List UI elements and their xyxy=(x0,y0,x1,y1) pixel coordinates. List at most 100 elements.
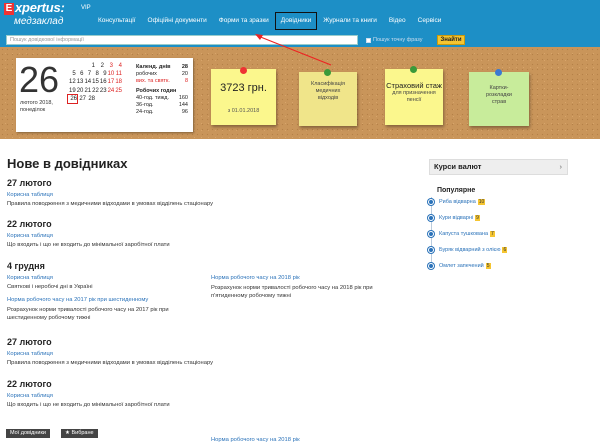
nav-video[interactable]: Відео xyxy=(383,12,412,30)
calendar-week-row: 12 13 14 15 16 17 18 xyxy=(68,78,122,86)
calendar-grid: 1 2 3 4 5 6 7 8 9 10 11 12 13 14 15 16 17 18 19 20 21 22 23 24 2… xyxy=(67,62,122,105)
calendar-day-cell[interactable]: 19 xyxy=(68,87,76,95)
calendar-day-cell[interactable]: 9 xyxy=(99,70,106,78)
nav-references[interactable]: Довідники xyxy=(274,12,318,30)
popular-item-label[interactable]: Риба відварна xyxy=(439,199,476,205)
search-bar: Пошук довідкової інформації Пошук точну … xyxy=(0,34,600,47)
sticky-insurance-record[interactable]: Страховий стаж для призначення пенсії xyxy=(385,66,443,125)
logo-mark: E xyxy=(4,3,14,15)
calendar-day-cell[interactable]: 25 xyxy=(114,87,122,95)
calendar-day-cell[interactable]: 7 xyxy=(83,70,91,78)
popular-item-label[interactable]: Буряк відварний з олією xyxy=(439,247,500,253)
calendar-day-cell[interactable]: 17 xyxy=(107,78,115,86)
popular-item-label[interactable]: Капуста тушкована xyxy=(439,231,488,237)
calendar-day-cell[interactable]: 14 xyxy=(83,78,91,86)
calendar-day-cell[interactable]: 24 xyxy=(107,87,115,95)
sticky4-line1: Картки- xyxy=(489,85,509,91)
entry-text-line: шестиденному робочому тижні xyxy=(7,315,91,321)
calendar-day-cell[interactable]: 15 xyxy=(91,78,99,86)
entry-text[interactable]: Що входить і що не входить до мінімально… xyxy=(7,401,170,409)
bullet-icon xyxy=(428,231,434,237)
entry-text-line: Розрахунок норми тривалості робочого час… xyxy=(211,285,373,291)
entry-text[interactable]: Правила поводження з медичними відходами… xyxy=(7,200,213,208)
sticky-min-wage[interactable]: 3723 грн. з 01.01.2018 xyxy=(211,67,276,125)
sticky-waste-classification[interactable]: Класифікація медичних відходів xyxy=(299,69,357,126)
working-days-value: 20 xyxy=(181,71,188,77)
search-button[interactable]: Знайти xyxy=(437,35,465,45)
popular-item[interactable]: Буряк відварний з олією 6 xyxy=(428,247,508,253)
popular-item-label[interactable]: Омлет запечений xyxy=(439,263,484,269)
entry-text[interactable]: Правила поводження з медичними відходами… xyxy=(7,359,213,367)
entry-category-link[interactable]: Корисна таблиця xyxy=(7,393,53,399)
calendar-day-cell[interactable]: 16 xyxy=(99,78,107,86)
hours-36-label: 36-год. xyxy=(136,102,154,108)
calendar-day-cell[interactable]: 11 xyxy=(114,70,122,78)
popular-item[interactable]: Капуста тушкована 7 xyxy=(428,231,495,237)
calendar-day-cell[interactable]: 21 xyxy=(83,87,91,95)
nav-forms[interactable]: Форми та зразки xyxy=(213,12,275,30)
nav-journals[interactable]: Журнали та книги xyxy=(317,12,383,30)
calendar-info: Календ. днів 28 робочих 20 вих. та святк. 8… xyxy=(136,64,188,116)
calendar-day-cell[interactable]: 22 xyxy=(91,87,99,95)
vip-badge: VIP xyxy=(81,5,91,11)
calendar-day-cell[interactable]: 23 xyxy=(99,87,107,95)
calendar-day-cell xyxy=(77,62,86,70)
calendar-day-cell[interactable]: 2 xyxy=(95,62,104,70)
logo[interactable]: E xpertus: медзаклад xyxy=(4,0,76,32)
calendar-day-cell[interactable]: 12 xyxy=(68,78,76,86)
calendar-day-cell[interactable]: 20 xyxy=(76,87,84,95)
my-references-button[interactable]: Мої довідники xyxy=(6,429,50,438)
calendar-widget[interactable]: 26 лютого 2018, понеділок 1 2 3 4 5 6 7 8 9 10 11 1… xyxy=(16,58,193,132)
currency-rates-panel[interactable]: Курси валют › xyxy=(429,159,568,175)
popular-item-label[interactable]: Кури відварні xyxy=(439,215,473,221)
pin-icon xyxy=(410,66,417,73)
search-input[interactable]: Пошук довідкової інформації xyxy=(6,35,358,45)
exact-phrase-toggle[interactable]: Пошук точну фразу xyxy=(366,36,422,44)
calendar-day-cell[interactable]: 1 xyxy=(86,62,95,70)
calendar-day-cell[interactable]: 8 xyxy=(91,70,99,78)
entry-category-link[interactable]: Корисна таблиця xyxy=(7,192,53,198)
hours-label: Робочих годин xyxy=(136,88,177,94)
calendar-day-cell[interactable]: 18 xyxy=(114,78,122,86)
entry-category-link[interactable]: Корисна таблиця xyxy=(7,233,53,239)
nav-official-docs[interactable]: Офіційні документи xyxy=(142,12,213,30)
popular-item[interactable]: Риба відварна 10 xyxy=(428,199,486,205)
popular-item-count: 6 xyxy=(502,247,508,253)
entry-link-2018-hours[interactable]: Норма робочого часу на 2018 рік xyxy=(211,275,300,281)
calendar-day-cell[interactable]: 3 xyxy=(104,62,113,70)
entry-text[interactable]: Що входить і що не входить до мінімально… xyxy=(7,241,170,249)
calendar-day-cell[interactable]: 4 xyxy=(113,62,122,70)
bullet-icon xyxy=(428,247,434,253)
calendar-day-cell[interactable]: 10 xyxy=(107,70,115,78)
entry-category-link[interactable]: Корисна таблиця xyxy=(7,351,53,357)
min-wage-date: з 01.01.2018 xyxy=(227,108,260,114)
entry-text-line: п'ятиденному робочому тижні xyxy=(211,293,291,299)
nav-consultations[interactable]: Консультації xyxy=(92,12,142,30)
cal-days-label: Календ. днів xyxy=(136,64,171,70)
calendar-day-cell[interactable]: 27 xyxy=(77,95,86,103)
nav-services[interactable]: Сервіси xyxy=(412,12,448,30)
calendar-day-cell[interactable]: 13 xyxy=(76,78,84,86)
popular-item-count: 9 xyxy=(475,215,480,221)
exact-phrase-checkbox[interactable] xyxy=(366,37,371,43)
entry-category-link[interactable]: Корисна таблиця xyxy=(7,275,53,281)
favorites-button[interactable]: ★ Вибране xyxy=(61,429,98,438)
popular-item[interactable]: Омлет запечений 5 xyxy=(428,263,491,269)
calendar-day-cell[interactable]: 5 xyxy=(68,70,75,78)
entry-text[interactable]: Святкові і неробочі дні в Україні xyxy=(7,283,93,291)
calendar-day-cell[interactable]: 28 xyxy=(86,95,95,103)
off-days-label: вих. та святк. xyxy=(136,78,170,84)
logo-title: xpertus: xyxy=(15,0,65,15)
popular-item[interactable]: Кури відварні 9 xyxy=(428,215,480,221)
calendar-week-row: 5 6 7 8 9 10 11 xyxy=(68,70,122,78)
calendar-day-cell[interactable]: 6 xyxy=(76,70,83,78)
hours-40-label: 40-год. тижд. xyxy=(136,95,170,101)
entry-link-2018-hours[interactable]: Норма робочого часу на 2018 рік xyxy=(211,437,300,443)
calendar-day-cell[interactable]: 26 xyxy=(67,93,78,105)
calendar-date-text: лютого 2018, понеділок xyxy=(20,100,53,114)
entry-date: 27 лютого xyxy=(7,337,52,347)
logo-subtitle: медзаклад xyxy=(14,16,64,27)
entry-link-2017-hours[interactable]: Норма робочого часу на 2017 рік при шест… xyxy=(7,297,148,303)
sticky-recipe-cards[interactable]: Картки- розкладки страв xyxy=(469,69,529,126)
sticky4-line3: страв xyxy=(491,99,507,105)
